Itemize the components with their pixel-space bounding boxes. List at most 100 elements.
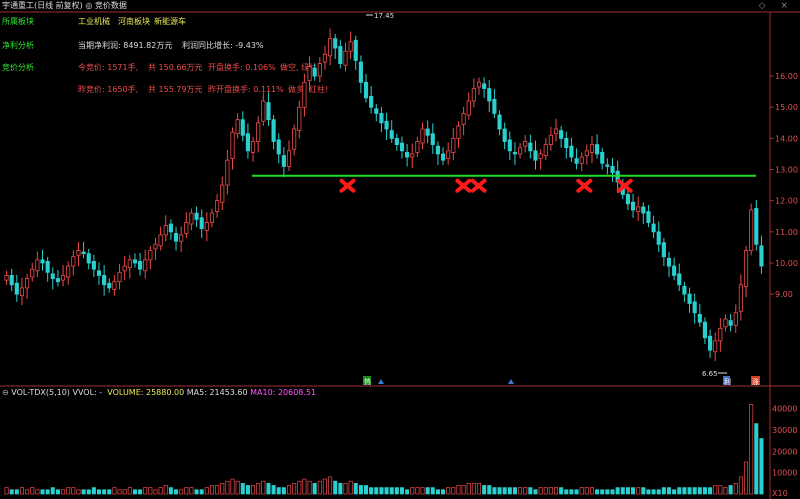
candle <box>215 200 220 212</box>
hot-badge: 热 <box>364 377 371 386</box>
volume-bar <box>672 489 677 495</box>
candle <box>261 100 266 122</box>
volume-bar <box>492 487 497 495</box>
candle <box>636 206 641 212</box>
volume-bar <box>322 478 327 495</box>
candle <box>138 261 143 270</box>
volume-bar <box>528 487 533 495</box>
volume-bar <box>625 487 630 495</box>
candle <box>40 259 45 264</box>
candle <box>559 130 564 139</box>
candle <box>697 313 702 323</box>
volume-bar <box>697 487 702 495</box>
volume-bar <box>749 404 754 495</box>
cross-marker-icon <box>576 178 593 193</box>
volume-bar <box>132 489 137 495</box>
volume-bar <box>76 489 81 495</box>
volume-bar <box>728 485 733 495</box>
volume-bar <box>559 487 564 495</box>
candle <box>492 99 497 114</box>
volume-bar <box>358 485 363 495</box>
candle <box>523 141 528 147</box>
volume-tick-label: 40000 <box>772 405 797 414</box>
candle <box>209 212 215 223</box>
candle <box>204 222 209 231</box>
volume-bar <box>107 489 112 495</box>
volume-bar <box>482 485 487 495</box>
candle <box>507 139 512 152</box>
candle <box>168 223 173 233</box>
volume-bar <box>733 482 738 495</box>
volume-bar <box>148 487 153 495</box>
candle <box>595 144 600 155</box>
candle <box>307 66 312 82</box>
candle <box>651 223 656 233</box>
volume-bar <box>610 489 615 495</box>
candle <box>220 184 225 203</box>
volume-bar <box>579 487 584 495</box>
volume-bar <box>723 487 728 495</box>
candle <box>297 106 302 131</box>
volume-bar <box>497 487 502 495</box>
volume-bar <box>533 489 538 495</box>
candle <box>276 139 281 155</box>
volume-bar <box>389 487 394 495</box>
candle <box>96 270 102 276</box>
volume-bar <box>744 461 749 495</box>
price-tick-label: 9.00 <box>775 290 793 299</box>
volume-bar <box>466 482 471 495</box>
volume-bar <box>461 485 466 495</box>
candle <box>589 144 595 153</box>
candle <box>738 284 743 312</box>
volume-bar <box>399 487 404 495</box>
candle <box>579 156 584 164</box>
candle <box>230 131 235 160</box>
candle <box>189 212 194 225</box>
candle <box>184 222 189 234</box>
volume-bar <box>548 487 553 495</box>
price-ticks-group: 16.00 15.00 14.00 13.00 12.00 11.00 10.00 9.00 <box>770 72 798 299</box>
volume-bar <box>45 489 50 495</box>
volume-bar <box>471 482 476 495</box>
volume-bar <box>738 476 743 495</box>
candle <box>250 141 256 153</box>
volume-bar <box>641 487 646 495</box>
candle <box>687 293 692 304</box>
candle <box>19 287 25 297</box>
candle <box>641 206 646 214</box>
candle <box>518 147 523 155</box>
candle <box>471 88 476 102</box>
volume-bar <box>574 489 579 495</box>
volume-bar <box>718 485 723 495</box>
candle <box>363 81 369 99</box>
volume-bar <box>600 489 605 495</box>
candle <box>435 145 440 155</box>
candle <box>271 119 276 142</box>
candle <box>60 275 66 281</box>
candle <box>4 275 9 281</box>
volume-bar <box>410 487 415 495</box>
volume-bar <box>245 485 250 495</box>
triangle-marker-icon <box>378 379 384 384</box>
volume-bar <box>66 487 71 495</box>
candle <box>35 259 40 272</box>
volume-bar <box>225 480 230 495</box>
candle <box>338 46 343 65</box>
volume-bar <box>456 485 461 495</box>
candle <box>333 38 338 49</box>
volume-bar <box>615 487 620 495</box>
price-chart[interactable]: 16.0015.0014.0013.0012.0011.0010.009.00 … <box>0 0 800 499</box>
price-tick-label: 16.00 <box>775 72 798 81</box>
candle <box>625 194 630 205</box>
cross-marker-icon <box>470 178 487 193</box>
candle <box>163 225 168 236</box>
volume-bar <box>636 487 641 495</box>
volume-bar <box>50 487 55 495</box>
volume-tick-label: 20000 <box>772 447 797 456</box>
volume-bar <box>174 489 179 495</box>
volume-bar <box>759 438 764 495</box>
candle <box>91 261 96 270</box>
volume-bar <box>14 489 19 495</box>
candle <box>759 245 764 267</box>
candle <box>76 250 81 256</box>
